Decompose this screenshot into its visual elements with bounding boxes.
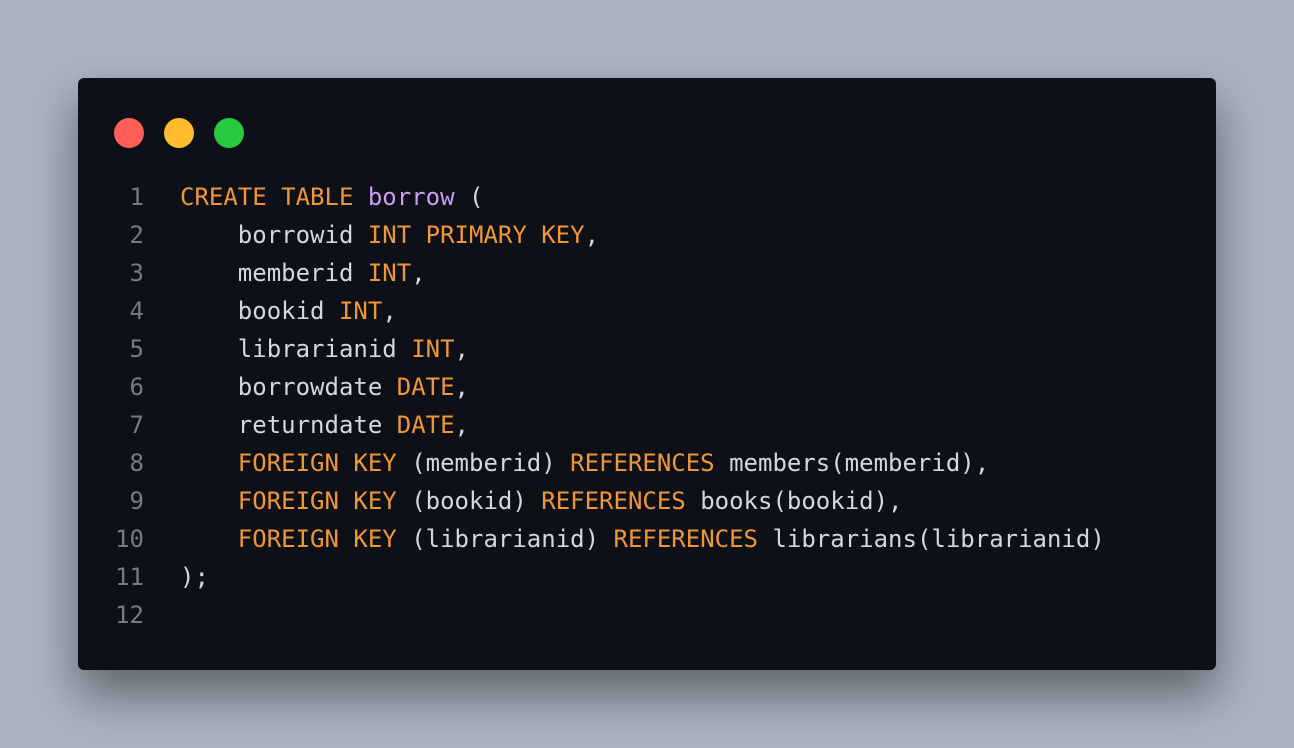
code-text: borrowid: [180, 221, 368, 249]
code-text: ,: [454, 411, 469, 439]
sql-keyword: FOREIGN KEY: [237, 487, 397, 515]
table-name: borrow: [367, 183, 455, 211]
line-number: 4: [129, 297, 144, 325]
sql-keyword: REFERENCES: [541, 487, 686, 515]
code-text: (memberid): [396, 449, 571, 477]
sql-keyword: INT: [338, 297, 383, 325]
close-dot-icon[interactable]: [114, 118, 144, 148]
code-text: ,: [454, 373, 469, 401]
code-text: members(memberid),: [714, 449, 990, 477]
line-source: FOREIGN KEY (memberid) REFERENCES member…: [180, 444, 989, 482]
line-source: borrowdate DATE,: [180, 368, 469, 406]
code-line: 3 memberid INT,: [78, 254, 1216, 292]
line-number: 12: [115, 601, 144, 629]
line-number: 7: [129, 411, 144, 439]
code-line: 10 FOREIGN KEY (librarianid) REFERENCES …: [78, 520, 1216, 558]
code-line: 7 returndate DATE,: [78, 406, 1216, 444]
code-text: );: [180, 563, 209, 591]
code-text: books(bookid),: [685, 487, 903, 515]
sql-keyword: DATE: [396, 373, 455, 401]
code-line: 1 CREATE TABLE borrow (: [78, 178, 1216, 216]
sql-keyword: INT: [367, 259, 412, 287]
code-block: 1 CREATE TABLE borrow (2 borrowid INT PRI…: [78, 178, 1216, 634]
code-text: ,: [382, 297, 397, 325]
code-text: memberid: [180, 259, 368, 287]
line-number: 9: [129, 487, 144, 515]
code-text: librarians(librarianid): [758, 525, 1105, 553]
code-line: 8 FOREIGN KEY (memberid) REFERENCES memb…: [78, 444, 1216, 482]
code-window: 1 CREATE TABLE borrow (2 borrowid INT PRI…: [78, 78, 1216, 670]
line-source: FOREIGN KEY (bookid) REFERENCES books(bo…: [180, 482, 903, 520]
line-source: CREATE TABLE borrow (: [180, 178, 483, 216]
sql-keyword: REFERENCES: [613, 525, 759, 553]
code-line: 9 FOREIGN KEY (bookid) REFERENCES books(…: [78, 482, 1216, 520]
sql-keyword: FOREIGN KEY: [237, 449, 397, 477]
code-text: returndate: [180, 411, 397, 439]
code-text: (librarianid): [396, 525, 614, 553]
line-source: memberid INT,: [180, 254, 426, 292]
sql-keyword: REFERENCES: [570, 449, 715, 477]
code-text: ,: [584, 221, 600, 249]
line-number: 1: [129, 183, 144, 211]
sql-keyword: INT PRIMARY KEY: [367, 221, 585, 249]
code-text: ,: [411, 259, 426, 287]
maximize-dot-icon[interactable]: [214, 118, 244, 148]
line-number: 2: [129, 221, 144, 249]
line-number: 5: [129, 335, 144, 363]
code-line: 2 borrowid INT PRIMARY KEY,: [78, 216, 1216, 254]
line-number: 6: [129, 373, 144, 401]
line-source: bookid INT,: [180, 292, 397, 330]
line-number: 11: [115, 563, 144, 591]
code-text: ,: [454, 335, 469, 363]
code-line: 12: [78, 596, 1216, 634]
code-line: 5 librarianid INT,: [78, 330, 1216, 368]
sql-keyword: CREATE TABLE: [180, 183, 354, 211]
sql-keyword: FOREIGN KEY: [237, 525, 397, 553]
sql-keyword: DATE: [396, 411, 455, 439]
code-line: 6 borrowdate DATE,: [78, 368, 1216, 406]
code-text: bookid: [180, 297, 339, 325]
line-number: 10: [115, 525, 144, 553]
line-source: returndate DATE,: [180, 406, 469, 444]
code-line: 4 bookid INT,: [78, 292, 1216, 330]
code-text: (: [454, 183, 484, 211]
code-text: (bookid): [396, 487, 542, 515]
line-source: librarianid INT,: [180, 330, 469, 368]
sql-keyword: INT: [411, 335, 455, 363]
line-source: FOREIGN KEY (librarianid) REFERENCES lib…: [180, 520, 1105, 558]
code-text: borrowdate: [180, 373, 397, 401]
code-line: 11);: [78, 558, 1216, 596]
line-number: 3: [129, 259, 144, 287]
line-source: );: [180, 558, 209, 596]
line-number: 8: [129, 449, 144, 477]
line-source: borrowid INT PRIMARY KEY,: [180, 216, 599, 254]
minimize-dot-icon[interactable]: [164, 118, 194, 148]
code-text: librarianid: [180, 335, 412, 363]
